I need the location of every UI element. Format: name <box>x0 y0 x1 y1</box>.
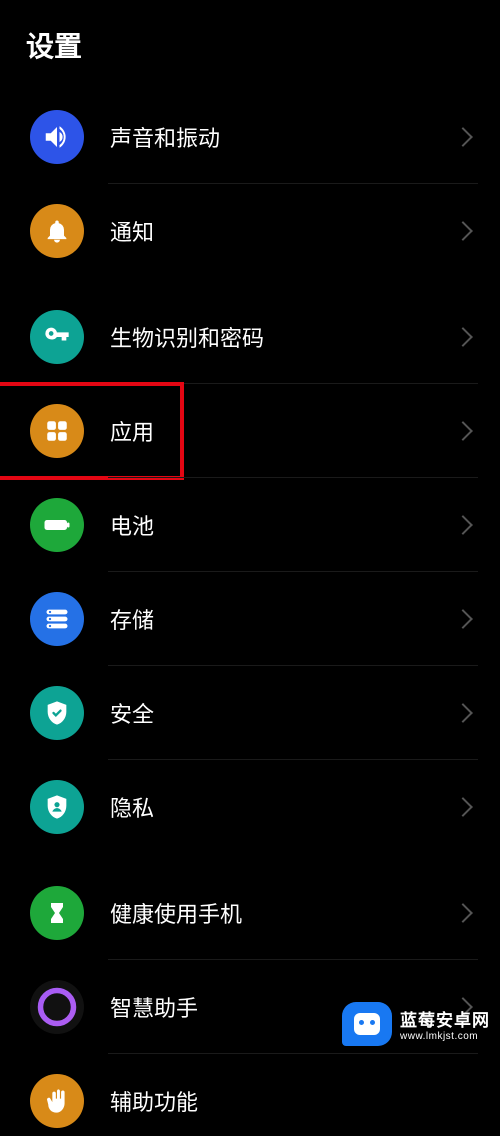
item-label: 通知 <box>110 215 456 247</box>
watermark-url: www.lmkjst.com <box>400 1031 490 1042</box>
settings-item-biometrics[interactable]: 生物识别和密码 <box>0 290 500 384</box>
item-label: 辅助功能 <box>110 1085 474 1117</box>
section-divider <box>0 854 500 866</box>
item-label: 电池 <box>110 509 456 541</box>
settings-group: 健康使用手机 智慧助手 辅助功能 <box>0 866 500 1136</box>
settings-item-privacy[interactable]: 隐私 <box>0 760 500 854</box>
chevron-right-icon <box>453 515 473 535</box>
apps-icon <box>30 404 84 458</box>
item-label: 存储 <box>110 603 456 635</box>
settings-group: 声音和振动 通知 <box>0 90 500 278</box>
shield-user-icon <box>30 780 84 834</box>
shield-check-icon <box>30 686 84 740</box>
item-label: 健康使用手机 <box>110 897 456 929</box>
section-divider <box>0 278 500 290</box>
chevron-right-icon <box>453 221 473 241</box>
settings-item-accessibility[interactable]: 辅助功能 <box>0 1054 500 1136</box>
item-label: 安全 <box>110 697 456 729</box>
hand-icon <box>30 1074 84 1128</box>
chevron-right-icon <box>453 703 473 723</box>
hourglass-icon <box>30 886 84 940</box>
item-label: 应用 <box>110 415 456 447</box>
storage-icon <box>30 592 84 646</box>
watermark-logo-icon <box>342 1002 392 1046</box>
key-icon <box>30 310 84 364</box>
settings-item-notifications[interactable]: 通知 <box>0 184 500 278</box>
watermark: 蓝莓安卓网 www.lmkjst.com <box>342 1002 490 1046</box>
item-label: 生物识别和密码 <box>110 321 456 353</box>
settings-item-sound[interactable]: 声音和振动 <box>0 90 500 184</box>
settings-item-battery[interactable]: 电池 <box>0 478 500 572</box>
settings-item-storage[interactable]: 存储 <box>0 572 500 666</box>
settings-group: 生物识别和密码 应用 电池 存储 安全 <box>0 290 500 854</box>
chevron-right-icon <box>453 609 473 629</box>
chevron-right-icon <box>453 127 473 147</box>
chevron-right-icon <box>453 903 473 923</box>
chevron-right-icon <box>453 421 473 441</box>
sound-icon <box>30 110 84 164</box>
settings-item-digital-wellbeing[interactable]: 健康使用手机 <box>0 866 500 960</box>
battery-icon <box>30 498 84 552</box>
page-title: 设置 <box>26 25 474 65</box>
settings-item-apps[interactable]: 应用 <box>0 384 500 478</box>
page-header: 设置 <box>0 0 500 90</box>
ring-icon <box>30 980 84 1034</box>
chevron-right-icon <box>453 797 473 817</box>
bell-icon <box>30 204 84 258</box>
item-label: 声音和振动 <box>110 121 456 153</box>
chevron-right-icon <box>453 327 473 347</box>
settings-item-security[interactable]: 安全 <box>0 666 500 760</box>
item-label: 隐私 <box>110 791 456 823</box>
watermark-brand: 蓝莓安卓网 <box>400 1006 490 1031</box>
